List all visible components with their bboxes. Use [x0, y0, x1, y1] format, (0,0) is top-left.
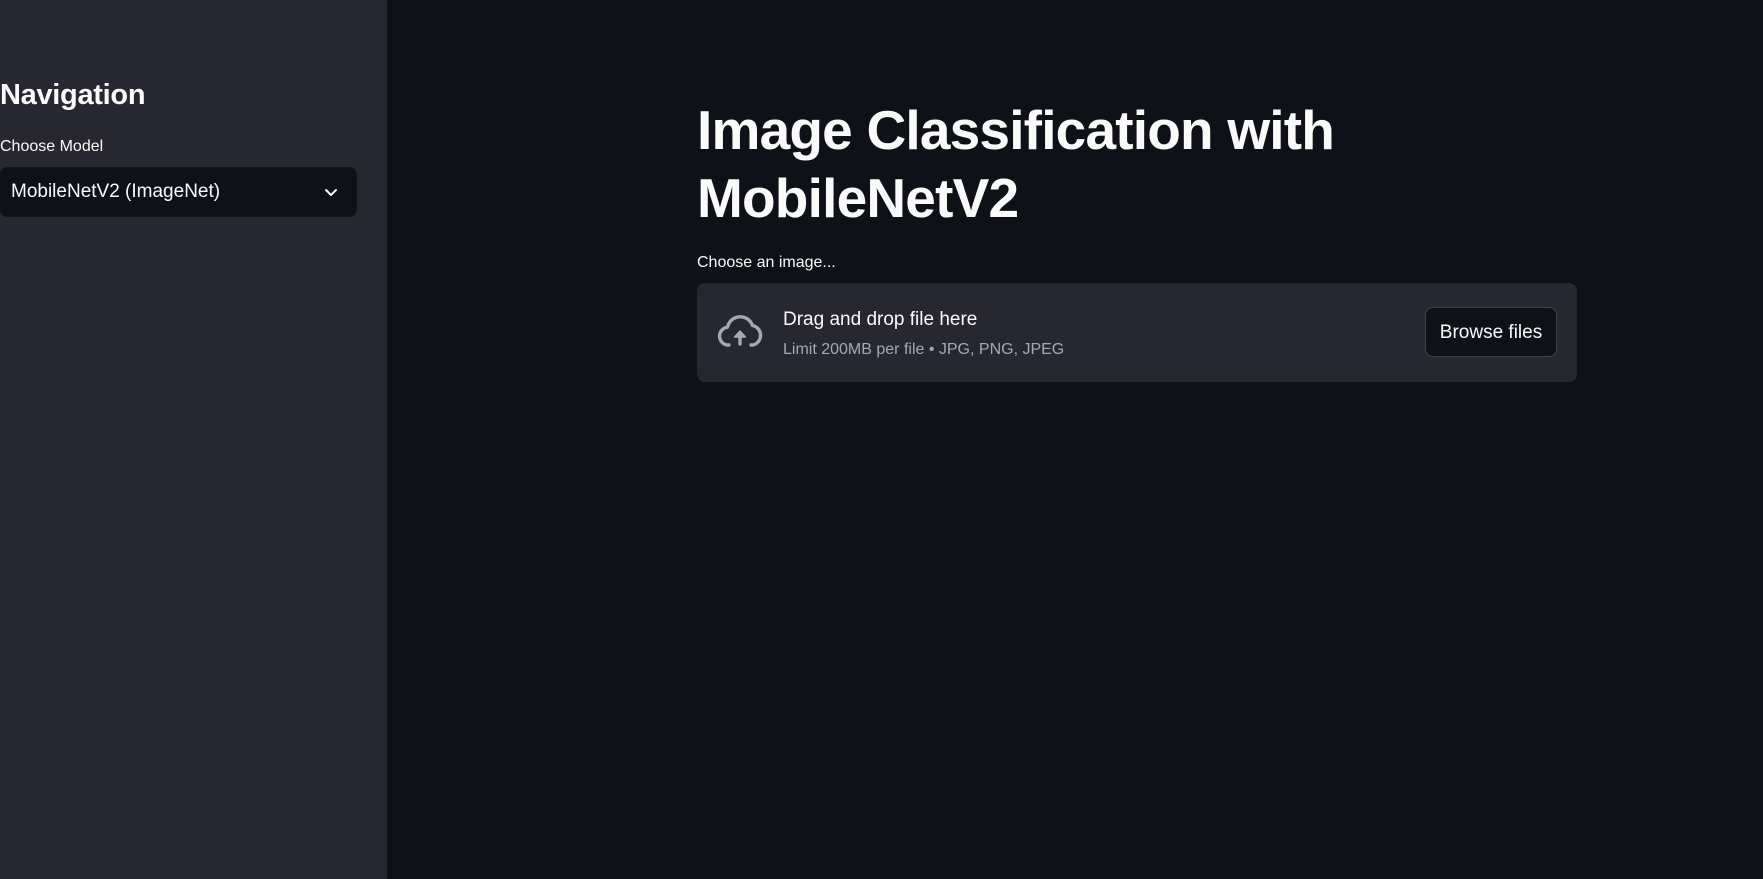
app-window: Navigation Choose Model MobileNetV2 (Ima…: [0, 0, 1763, 879]
file-dropzone[interactable]: Drag and drop file here Limit 200MB per …: [697, 283, 1577, 382]
model-select-value: MobileNetV2 (ImageNet): [11, 181, 221, 202]
model-select[interactable]: MobileNetV2 (ImageNet): [0, 167, 357, 217]
sidebar-title: Navigation: [0, 79, 146, 111]
main-content: Image Classification with MobileNetV2 Ch…: [387, 0, 1763, 879]
dropzone-title: Drag and drop file here: [783, 309, 978, 330]
chevron-down-icon: [325, 189, 337, 196]
model-select-label: Choose Model: [0, 138, 104, 155]
page-title: Image Classification with MobileNetV2: [697, 99, 1335, 229]
uploader-label: Choose an image...: [697, 254, 836, 271]
browse-files-button[interactable]: Browse files: [1425, 307, 1557, 357]
cloud-upload-icon: [717, 315, 763, 347]
dropzone-limits: Limit 200MB per file • JPG, PNG, JPEG: [783, 341, 1065, 358]
sidebar: Navigation Choose Model MobileNetV2 (Ima…: [0, 0, 387, 879]
